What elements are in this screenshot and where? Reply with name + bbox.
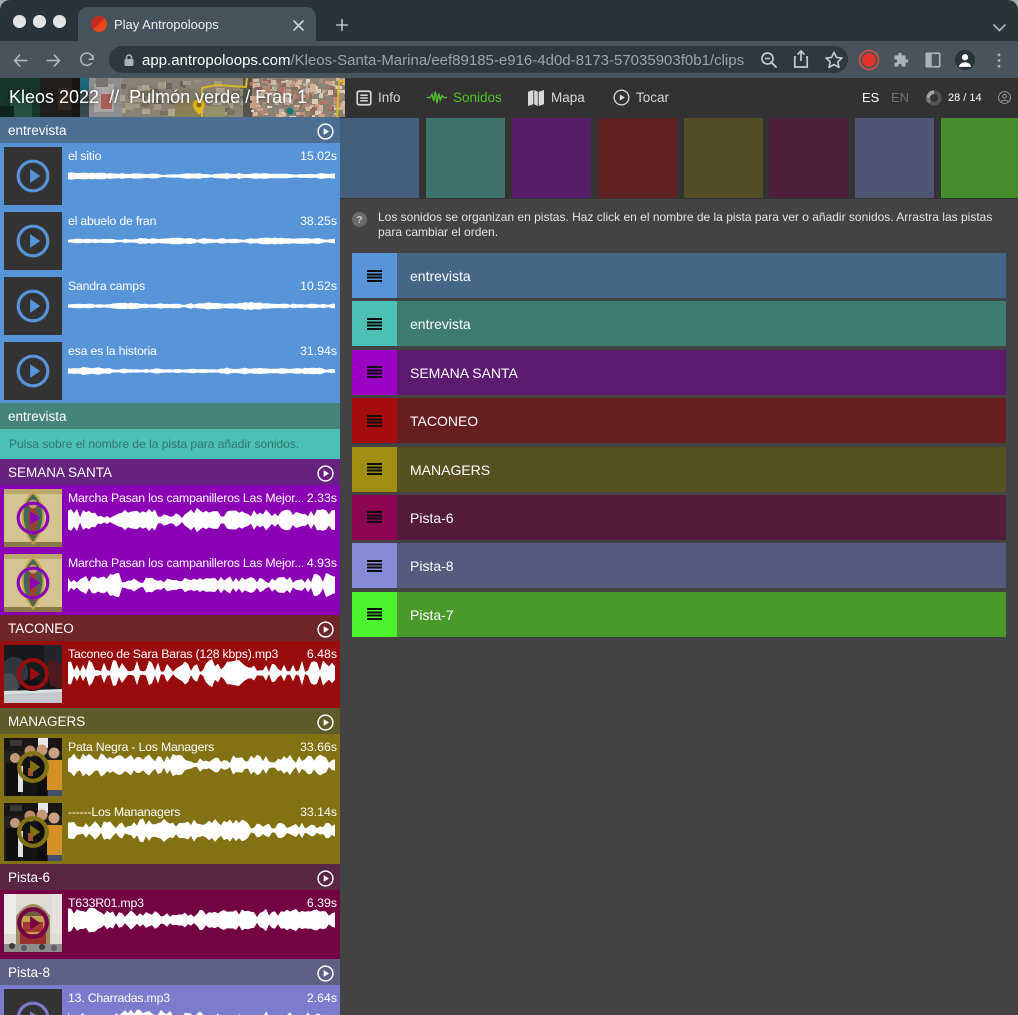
svg-text:?: ? [356,215,362,226]
